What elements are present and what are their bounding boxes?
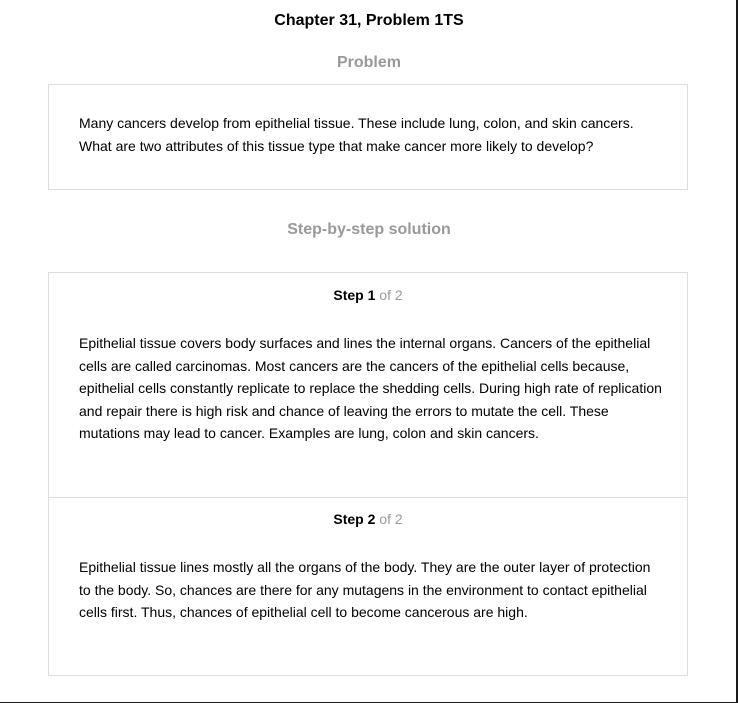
- step-2-of: of 2: [379, 511, 403, 527]
- problem-box: Many cancers develop from epithelial tis…: [48, 84, 688, 190]
- step-2-header: Step 2 of 2: [49, 510, 687, 528]
- solution-heading: Step-by-step solution: [287, 221, 451, 238]
- step-2: Step 2 of 2 Epithelial tissue lines most…: [49, 497, 687, 675]
- step-1-label: Step: [333, 287, 364, 303]
- step-1-header: Step 1 of 2: [49, 286, 687, 304]
- step-2-label: Step: [333, 511, 364, 527]
- step-1-number: 1: [367, 287, 376, 303]
- problem-text: Many cancers develop from epithelial tis…: [79, 115, 634, 154]
- step-2-text: Epithelial tissue lines mostly all the o…: [79, 559, 651, 621]
- page-title: Chapter 31, Problem 1TS: [274, 12, 464, 29]
- steps-box: Step 1 of 2 Epithelial tissue covers bod…: [48, 272, 688, 676]
- step-2-number: 2: [367, 511, 376, 527]
- step-1-of: of 2: [379, 287, 403, 303]
- step-1: Step 1 of 2 Epithelial tissue covers bod…: [49, 273, 687, 498]
- problem-heading: Problem: [336, 54, 401, 71]
- step-1-text: Epithelial tissue covers body surfaces a…: [79, 335, 662, 442]
